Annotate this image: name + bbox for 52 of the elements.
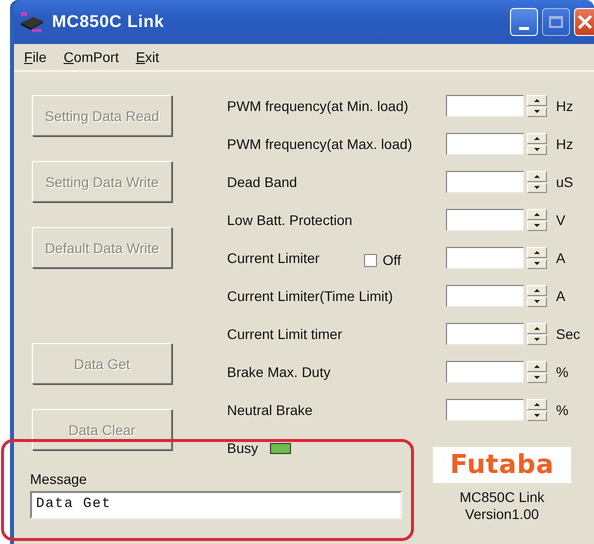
chip-icon: [20, 11, 44, 33]
setting-label: PWM frequency(at Max. load): [227, 136, 412, 152]
spin-buttons[interactable]: [527, 95, 547, 117]
unit-label: Hz: [556, 98, 574, 114]
number-field[interactable]: [446, 133, 524, 155]
unit-label: Sec: [556, 326, 580, 342]
spin-buttons[interactable]: [527, 171, 547, 193]
unit-label: V: [556, 212, 566, 228]
unit-label: A: [556, 250, 566, 266]
number-field[interactable]: [446, 285, 524, 307]
close-button[interactable]: [574, 8, 594, 36]
spin-buttons[interactable]: [527, 247, 547, 269]
number-field[interactable]: [446, 209, 524, 231]
setting-label: Current Limit timer: [227, 326, 342, 342]
minimize-button[interactable]: [510, 8, 538, 36]
close-icon: [576, 13, 594, 31]
version-text: MC850C Link Version1.00: [460, 489, 544, 523]
setting-label: PWM frequency(at Min. load): [227, 98, 408, 114]
menu-item[interactable]: File: [24, 49, 47, 65]
spin-buttons[interactable]: [527, 361, 547, 383]
spin-buttons[interactable]: [527, 209, 547, 231]
window-title: MC850C Link: [52, 12, 166, 32]
spin-buttons[interactable]: [527, 399, 547, 421]
unit-label: %: [556, 364, 568, 380]
message-label: Message: [30, 471, 88, 487]
menu-item[interactable]: Exit: [136, 49, 160, 65]
setting-label: Neutral Brake: [227, 402, 313, 418]
checkbox[interactable]: [364, 254, 377, 266]
spin-buttons[interactable]: [527, 133, 547, 155]
setting-label: Low Batt. Protection: [227, 212, 352, 228]
unit-label: A: [556, 288, 566, 304]
message-field[interactable]: Data Get: [30, 491, 402, 519]
number-field[interactable]: [446, 361, 524, 383]
busy-label: Busy: [227, 440, 258, 456]
maximize-button[interactable]: [542, 8, 570, 36]
setting-label: Dead Band: [227, 174, 298, 190]
menu-item[interactable]: ComPort: [64, 49, 119, 65]
setting-label: Brake Max. Duty: [227, 364, 330, 380]
setting-label: Current Limiter(Time Limit): [227, 288, 393, 304]
number-field[interactable]: [446, 171, 524, 193]
number-field[interactable]: [446, 95, 524, 117]
spin-buttons[interactable]: [527, 323, 547, 345]
checkbox-label: Off: [382, 252, 402, 268]
number-field[interactable]: [446, 247, 524, 269]
setting-label: Current Limiter: [227, 250, 320, 266]
spin-buttons[interactable]: [527, 285, 547, 307]
brand-logo: Futaba: [433, 447, 571, 483]
number-field[interactable]: [446, 323, 524, 345]
unit-label: uS: [556, 174, 574, 190]
unit-label: Hz: [556, 136, 574, 152]
number-field[interactable]: [446, 399, 524, 421]
unit-label: %: [556, 402, 568, 418]
